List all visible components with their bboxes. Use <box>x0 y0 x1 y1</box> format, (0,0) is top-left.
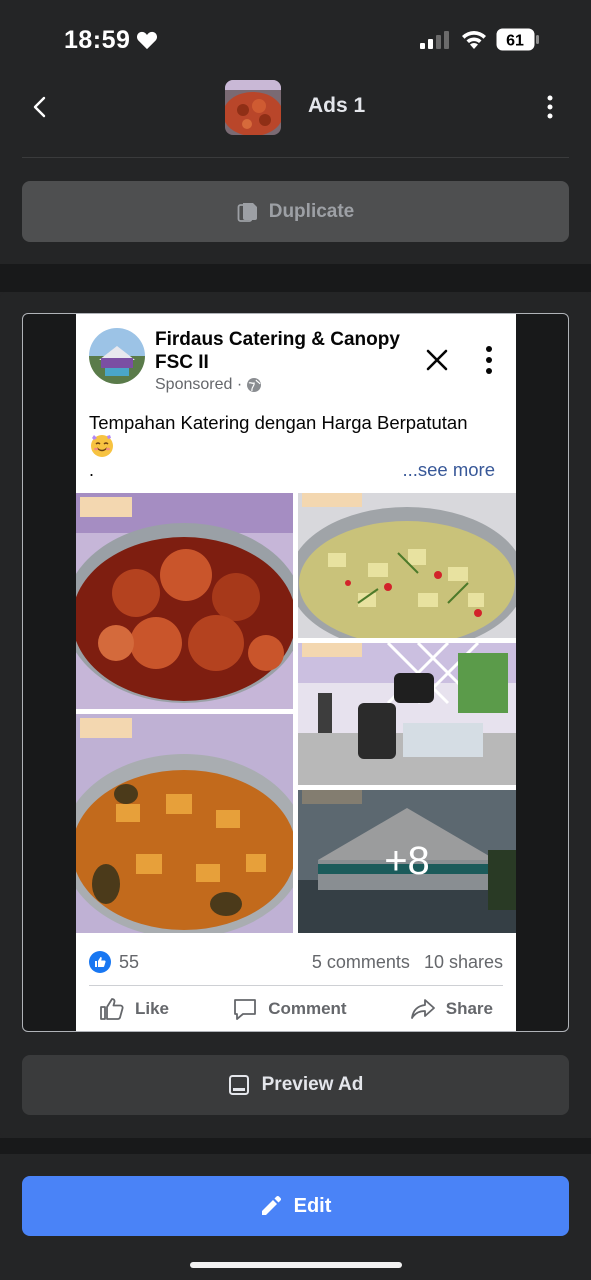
page-title: Ads 1 <box>308 94 366 117</box>
thumbs-up-icon <box>100 998 124 1020</box>
edit-label: Edit <box>293 1194 332 1217</box>
facebook-post: Firdaus Catering & Canopy FSC II Sponsor… <box>76 314 516 1031</box>
battery-icon: 61 <box>496 28 539 51</box>
edit-button[interactable]: Edit <box>22 1176 569 1236</box>
page-name[interactable]: Firdaus Catering & Canopy FSC II <box>155 328 415 374</box>
photo-vegetable-curry[interactable] <box>76 714 293 933</box>
globe-icon <box>247 378 262 392</box>
page-avatar[interactable] <box>89 328 145 384</box>
sponsored-label: Sponsored · <box>155 376 262 394</box>
preview-device-icon <box>228 1075 249 1095</box>
engagement-counts: 5 comments 10 shares <box>312 952 503 973</box>
photo-canopy-tent[interactable]: +8 <box>298 790 516 933</box>
wifi-icon <box>462 31 486 49</box>
comments-count[interactable]: 5 comments <box>312 952 410 973</box>
like-reaction-icon <box>89 951 111 973</box>
more-photos-overlay[interactable]: +8 <box>298 790 516 933</box>
section-separator-bottom <box>0 1138 591 1154</box>
like-button[interactable]: Like <box>89 997 179 1021</box>
share-label: Share <box>445 999 493 1018</box>
header-divider <box>22 157 569 158</box>
photo-chicken-curry[interactable] <box>76 493 293 709</box>
preview-ad-label: Preview Ad <box>261 1074 364 1095</box>
duplicate-label: Duplicate <box>268 200 355 222</box>
like-count[interactable]: 55 <box>119 952 139 973</box>
cellular-signal-icon <box>420 31 449 49</box>
duplicate-button[interactable]: Duplicate <box>22 181 569 242</box>
pencil-icon <box>261 1195 281 1215</box>
preview-ad-button[interactable]: Preview Ad <box>22 1055 569 1115</box>
ad-detail-screen: 18:59 61 Ads 1 Duplicate Firdaus Caterin… <box>0 0 591 1280</box>
like-label: Like <box>135 999 170 1018</box>
status-bar: 18:59 61 <box>0 0 591 80</box>
post-text: Tempahan Katering dengan Harga Berpatuta… <box>89 412 468 433</box>
see-more-link[interactable]: ...see more <box>402 459 495 481</box>
post-actions: Like Comment Share <box>89 992 503 1026</box>
ad-preview-frame: Firdaus Catering & Canopy FSC II Sponsor… <box>22 313 569 1032</box>
home-indicator[interactable] <box>190 1262 402 1268</box>
post-divider <box>89 985 503 986</box>
sponsored-text: Sponsored · <box>155 376 243 393</box>
post-options-icon[interactable] <box>479 344 499 376</box>
back-arrow-icon[interactable] <box>28 94 54 120</box>
comment-icon <box>234 999 257 1020</box>
post-text-dot: . <box>89 460 95 480</box>
comment-button[interactable]: Comment <box>222 997 356 1021</box>
photo-buffet-table[interactable] <box>298 643 516 785</box>
photo-mango-salad[interactable] <box>298 493 516 638</box>
battery-level: 61 <box>506 33 524 50</box>
ad-thumbnail <box>225 80 281 135</box>
status-time: 18:59 <box>64 26 131 54</box>
more-options-icon[interactable] <box>540 94 560 120</box>
reactions-bar: 55 5 comments 10 shares <box>89 947 503 977</box>
smiling-face-emoji-icon <box>91 435 113 457</box>
duplicate-icon <box>237 202 257 222</box>
close-icon[interactable] <box>424 347 450 373</box>
section-separator <box>0 264 591 292</box>
shares-count[interactable]: 10 shares <box>424 952 503 973</box>
comment-label: Comment <box>268 999 347 1018</box>
share-button[interactable]: Share <box>400 997 503 1021</box>
top-app-bar: Ads 1 <box>0 80 591 160</box>
heart-icon <box>136 31 158 50</box>
share-arrow-icon <box>410 999 435 1019</box>
